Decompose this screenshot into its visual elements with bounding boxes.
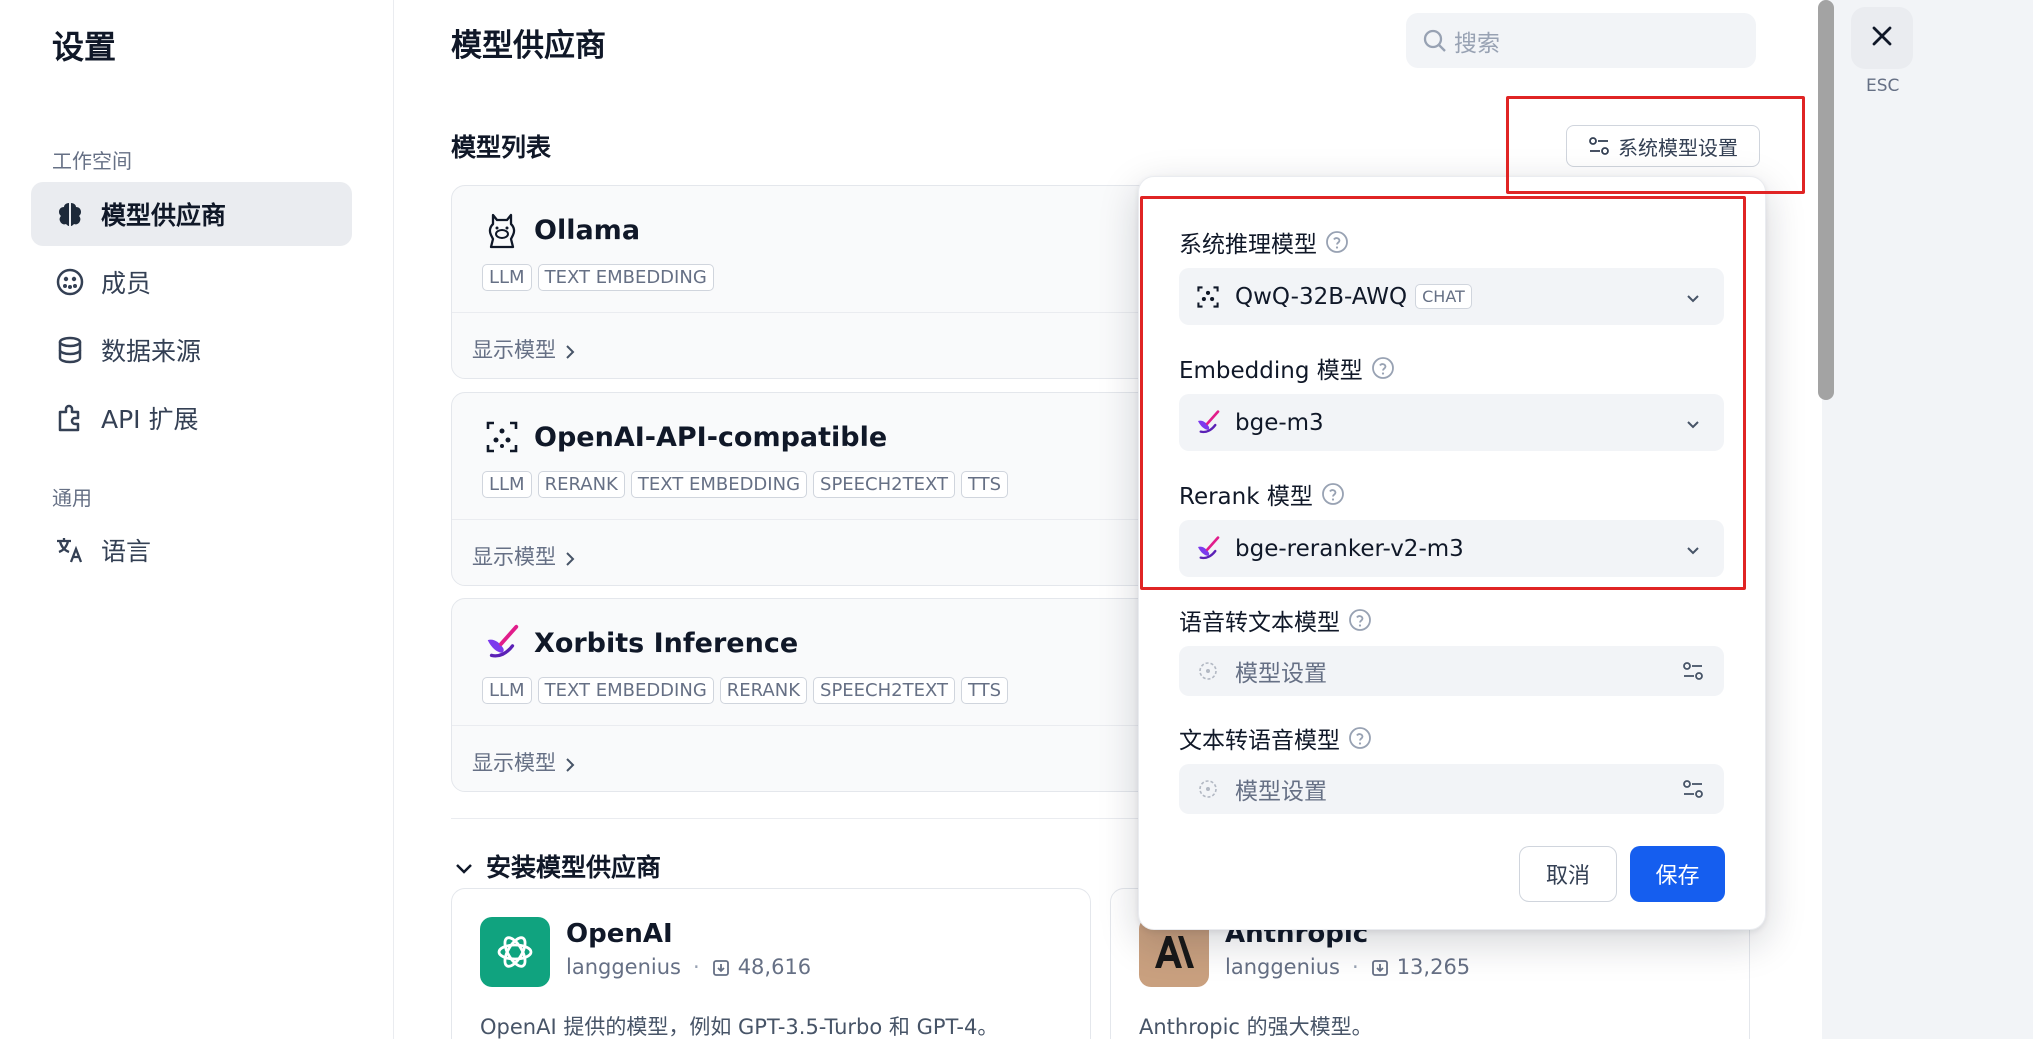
install-providers-title: 安装模型供应商	[486, 853, 662, 882]
sidebar-item-label: API 扩展	[101, 405, 199, 434]
cancel-button[interactable]: 取消	[1519, 846, 1617, 902]
compatible-api-icon	[482, 417, 522, 457]
model-type-tag: SPEECH2TEXT	[813, 471, 955, 498]
highlight-box-settings-button	[1506, 96, 1805, 194]
provider-name: Xorbits Inference	[534, 627, 799, 659]
settings-sliders-icon	[1682, 778, 1704, 800]
chevron-right-icon	[562, 341, 578, 359]
search-input[interactable]: 搜索	[1406, 13, 1756, 68]
cube-icon	[1193, 656, 1223, 686]
show-models-label: 显示模型	[472, 338, 556, 362]
model-list-title: 模型列表	[451, 133, 552, 162]
sidebar-item-members[interactable]: 成员	[31, 250, 352, 314]
sidebar-item-label: 数据来源	[101, 337, 202, 366]
llama-icon	[482, 210, 522, 250]
sidebar-item-api-extension[interactable]: API 扩展	[31, 386, 352, 450]
field-label-text: 文本转语音模型	[1179, 728, 1340, 754]
install-card-meta: langgenius · 48,616	[566, 955, 811, 979]
search-icon	[1422, 28, 1448, 54]
model-type-tag: LLM	[482, 264, 532, 291]
model-type-tag: TEXT EMBEDDING	[537, 677, 714, 704]
provider-name: Ollama	[534, 214, 641, 246]
install-card-author: langgenius	[566, 955, 681, 979]
xorbits-logo-icon	[482, 623, 522, 663]
field-label-text: 语音转文本模型	[1179, 610, 1340, 636]
sidebar-item-data-source[interactable]: 数据来源	[31, 318, 352, 382]
install-card-description: Anthropic 的强大模型。	[1139, 1015, 1373, 1039]
sidebar-item-label: 成员	[101, 269, 152, 298]
users-icon	[53, 265, 87, 299]
cube-icon	[1193, 774, 1223, 804]
show-models-label: 显示模型	[472, 751, 556, 775]
tts-model-select[interactable]: 模型设置	[1179, 764, 1724, 814]
install-card-meta: langgenius · 13,265	[1225, 955, 1470, 979]
install-card-downloads: 48,616	[737, 955, 812, 979]
model-type-tag: LLM	[482, 677, 532, 704]
model-type-tag: TTS	[960, 677, 1009, 704]
install-card-downloads: 13,265	[1396, 955, 1471, 979]
meta-separator: ·	[693, 955, 700, 979]
model-type-tag: SPEECH2TEXT	[813, 677, 955, 704]
section-general: 通用	[52, 486, 92, 510]
provider-name: OpenAI-API-compatible	[534, 421, 888, 453]
install-card-openai[interactable]: OpenAI langgenius · 48,616 OpenAI 提供的模型，…	[451, 888, 1091, 1039]
section-workspace: 工作空间	[52, 149, 132, 173]
show-models-link[interactable]: 显示模型	[472, 747, 578, 777]
stt-model-select[interactable]: 模型设置	[1179, 646, 1724, 696]
install-providers-toggle[interactable]: 安装模型供应商	[454, 848, 661, 884]
model-type-tag: LLM	[482, 471, 532, 498]
sidebar-item-label: 语言	[101, 537, 152, 566]
install-card-name: OpenAI	[566, 919, 673, 949]
sidebar-item-model-provider[interactable]: 模型供应商	[31, 182, 352, 246]
brain-icon	[53, 197, 87, 231]
puzzle-icon	[53, 401, 87, 435]
model-type-tag: TEXT EMBEDDING	[537, 264, 714, 291]
download-icon	[1371, 958, 1389, 976]
select-placeholder: 模型设置	[1235, 661, 1327, 687]
translate-icon	[53, 533, 87, 567]
download-icon	[712, 958, 730, 976]
scrollbar-thumb[interactable]	[1818, 0, 1834, 400]
sidebar-title: 设置	[52, 28, 117, 66]
close-button[interactable]	[1851, 7, 1913, 69]
meta-separator: ·	[1352, 955, 1359, 979]
chevron-down-icon	[454, 856, 474, 876]
openai-logo-icon	[480, 917, 550, 987]
help-icon[interactable]	[1348, 608, 1372, 632]
settings-sliders-icon	[1682, 660, 1704, 682]
select-placeholder: 模型设置	[1235, 779, 1327, 805]
model-type-tag: RERANK	[537, 471, 625, 498]
model-type-tag: TEXT EMBEDDING	[630, 471, 808, 498]
settings-app: 设置 工作空间 模型供应商 成员 数据来源 API 扩展 通用 语言 模型供应商…	[0, 0, 2033, 1039]
show-models-link[interactable]: 显示模型	[472, 541, 578, 571]
sidebar: 设置 工作空间 模型供应商 成员 数据来源 API 扩展 通用 语言	[0, 0, 394, 1039]
provider-tags: LLM TEXT EMBEDDING RERANK SPEECH2TEXT TT…	[482, 677, 1009, 704]
stt-model-label: 语音转文本模型	[1179, 603, 1372, 637]
chevron-right-icon	[562, 754, 578, 772]
model-type-tag: TTS	[960, 471, 1009, 498]
esc-label: ESC	[1866, 76, 1900, 96]
sidebar-item-label: 模型供应商	[101, 201, 227, 230]
show-models-link[interactable]: 显示模型	[472, 334, 578, 364]
page-title: 模型供应商	[451, 28, 606, 64]
search-placeholder: 搜索	[1454, 30, 1500, 57]
show-models-label: 显示模型	[472, 545, 556, 569]
install-card-description: OpenAI 提供的模型，例如 GPT-3.5-Turbo 和 GPT-4。	[480, 1015, 999, 1039]
database-icon	[53, 333, 87, 367]
highlight-box-model-selects	[1140, 196, 1746, 590]
provider-tags: LLM RERANK TEXT EMBEDDING SPEECH2TEXT TT…	[482, 471, 1009, 498]
save-button[interactable]: 保存	[1630, 846, 1725, 902]
help-icon[interactable]	[1348, 726, 1372, 750]
close-icon	[1869, 23, 1895, 53]
chevron-right-icon	[562, 548, 578, 566]
provider-tags: LLM TEXT EMBEDDING	[482, 264, 714, 291]
install-card-author: langgenius	[1225, 955, 1340, 979]
tts-model-label: 文本转语音模型	[1179, 721, 1372, 755]
sidebar-item-language[interactable]: 语言	[31, 518, 352, 582]
model-type-tag: RERANK	[719, 677, 808, 704]
